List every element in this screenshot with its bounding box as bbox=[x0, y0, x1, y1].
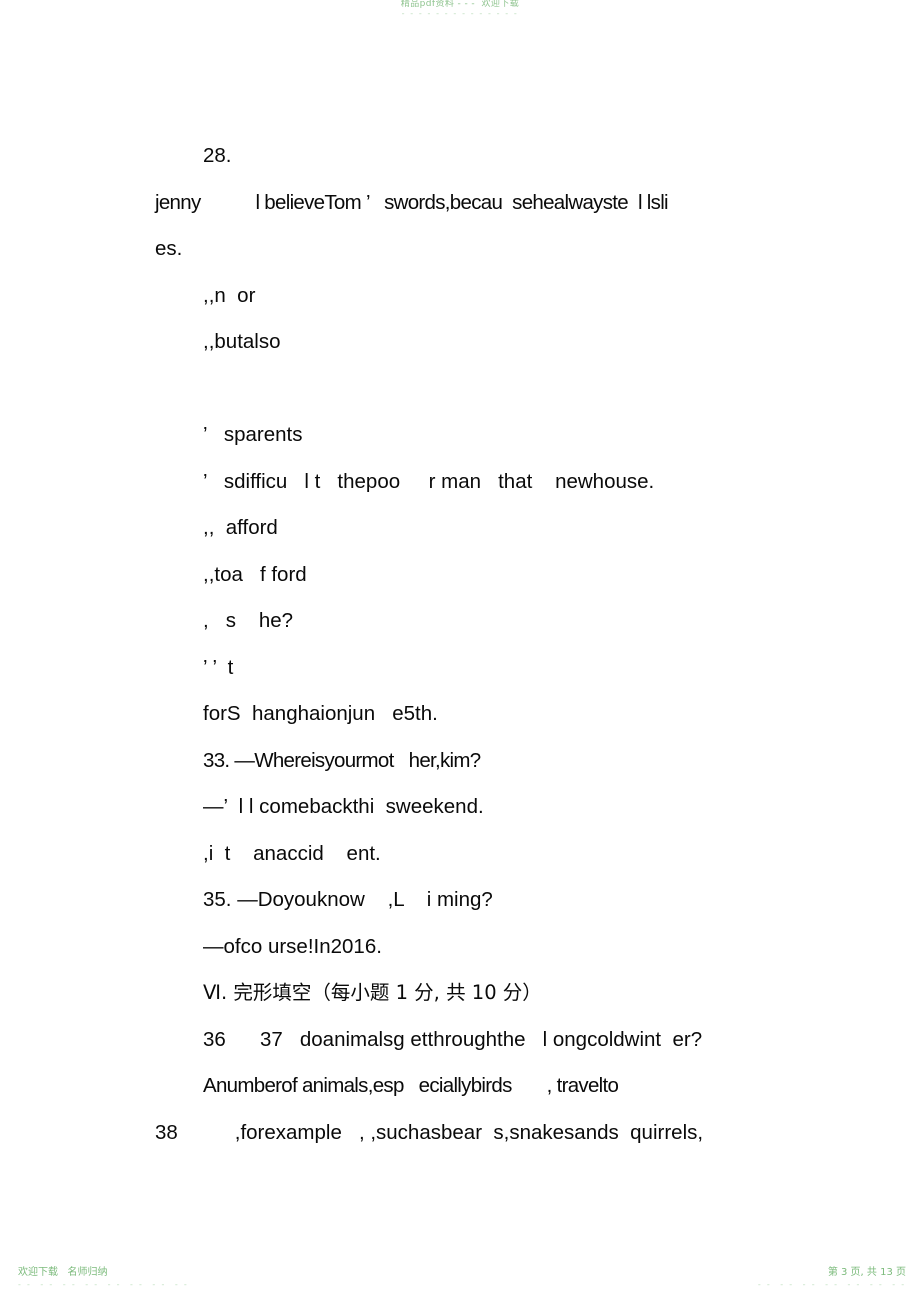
question-28-number: 28. bbox=[203, 144, 232, 167]
question-28-option-a: ,,n or bbox=[203, 283, 256, 307]
question-28-stem: jenny l believeTom ’ swords,becau seheal… bbox=[155, 190, 669, 214]
watermark-header-dashes: - - - - - - - - - - - - - - bbox=[401, 9, 519, 18]
question-31-option-a: ,, afford bbox=[203, 516, 278, 539]
question-30-stem: ’ sparents bbox=[203, 423, 303, 446]
watermark-footer-left: 欢迎下载 名师归纳 - - - - - - - - - - - - - - - … bbox=[18, 1268, 189, 1289]
question-33-answer: —’ l l comebackthi sweekend. bbox=[203, 795, 484, 818]
question-32-tail: forS hanghaionjun e5th. bbox=[203, 702, 438, 725]
cloze-passage-line-3: 38 ,forexample , ,suchasbear s,snakesand… bbox=[155, 1120, 704, 1144]
question-32-stem: , s he? bbox=[203, 609, 294, 632]
watermark-footer-left-text: 欢迎下载 名师归纳 bbox=[18, 1267, 108, 1279]
document-body: 28. jenny l believeTom ’ swords,becau se… bbox=[0, 133, 920, 1156]
question-34-tail: ,i t anaccid ent. bbox=[203, 841, 381, 865]
watermark-header: 精品pdf资料 - - - 欢迎下载 - - - - - - - - - - -… bbox=[0, 0, 920, 18]
document-page: 精品pdf资料 - - - 欢迎下载 - - - - - - - - - - -… bbox=[0, 0, 920, 1303]
question-33-stem: 33. —Whereisyourmot her,kim? bbox=[203, 748, 481, 772]
watermark-footer-right-dashes: - - - - - - - - - - - - - - bbox=[757, 1279, 906, 1289]
question-31-stem: ’ sdifficu l t thepoo r man that newhous… bbox=[203, 469, 655, 493]
page-number-text: 第 3 页, 共 13 页 bbox=[827, 1267, 906, 1279]
question-32-option: ’ ’ t bbox=[203, 655, 234, 679]
watermark-header-text: 精品pdf资料 - - - 欢迎下载 bbox=[400, 0, 520, 9]
question-28-stem-wrap: es. bbox=[155, 237, 183, 260]
watermark-footer-left-dashes: - - - - - - - - - - - - - - - - bbox=[18, 1279, 189, 1289]
section-heading-cloze: Ⅵ. 完形填空（每小题 1 分, 共 10 分） bbox=[203, 981, 542, 1004]
cloze-passage-line-2: Anumberof animals,esp eciallybirds , tra… bbox=[203, 1074, 619, 1097]
watermark-footer-right: 第 3 页, 共 13 页 - - - - - - - - - - - - - … bbox=[758, 1268, 906, 1289]
cloze-passage-line-1: 36 37 doanimalsg etthroughthe l ongcoldw… bbox=[203, 1027, 703, 1051]
question-31-option-b: ,,toa f ford bbox=[203, 562, 307, 586]
question-35-stem: 35. —Doyouknow ,L i ming? bbox=[203, 888, 493, 911]
question-35-answer: —ofco urse!In2016. bbox=[203, 934, 382, 958]
question-28-option-b: ,,butalso bbox=[203, 330, 281, 353]
